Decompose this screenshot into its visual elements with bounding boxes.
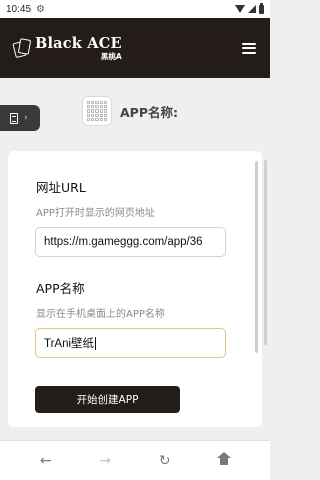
app-name-input[interactable]: TrAni壁纸 <box>35 328 226 358</box>
chevron-right-icon: › <box>24 113 28 123</box>
side-drawer-tab[interactable]: › <box>0 105 40 131</box>
text-caret <box>95 336 97 350</box>
app-heading: APP名称: <box>82 95 178 127</box>
status-time: 10:45 <box>6 3 32 15</box>
app-name-input-value: TrAni壁纸 <box>44 338 95 350</box>
document-icon <box>10 112 18 124</box>
app-name-field-hint: 显示在手机桌面上的APP名称 <box>36 309 165 320</box>
home-button[interactable] <box>209 446 239 476</box>
browser-nav-bar: ← → ↻ <box>0 440 270 480</box>
page-scrollbar[interactable] <box>264 160 267 345</box>
wifi-icon <box>235 5 245 13</box>
signal-icon <box>248 5 256 13</box>
hamburger-menu-icon[interactable] <box>242 42 256 54</box>
battery-icon <box>259 2 264 14</box>
forward-arrow-icon[interactable]: → <box>90 446 120 476</box>
app-name-heading: APP名称: <box>120 104 178 120</box>
playing-cards-icon <box>12 38 32 59</box>
brand-name: Black ACE <box>35 34 122 52</box>
url-field-title: 网址URL <box>36 180 86 195</box>
form-card: 网址URL APP打开时显示的网页地址 https://m.gameggg.co… <box>8 151 262 427</box>
gear-icon: ⚙ <box>36 3 45 15</box>
status-indicators <box>235 2 264 14</box>
app-name-field-title: APP名称 <box>36 281 85 296</box>
create-app-button[interactable]: 开始创建APP <box>35 386 180 413</box>
status-bar: 10:45 ⚙ <box>0 0 270 18</box>
reload-icon[interactable]: ↻ <box>150 446 180 476</box>
brand-logo[interactable]: Black ACE 黑桃A <box>12 34 122 61</box>
url-input[interactable]: https://m.gameggg.com/app/36 <box>35 227 226 257</box>
back-arrow-icon[interactable]: ← <box>31 446 61 476</box>
home-icon <box>217 451 232 467</box>
brand-subtitle: 黑桃A <box>100 51 122 61</box>
card-scrollbar[interactable] <box>255 161 258 353</box>
app-header: Black ACE 黑桃A <box>0 18 270 78</box>
url-field-hint: APP打开时显示的网页地址 <box>36 208 155 219</box>
url-input-value: https://m.gameggg.com/app/36 <box>44 236 203 248</box>
app-icon-placeholder[interactable] <box>82 96 112 126</box>
